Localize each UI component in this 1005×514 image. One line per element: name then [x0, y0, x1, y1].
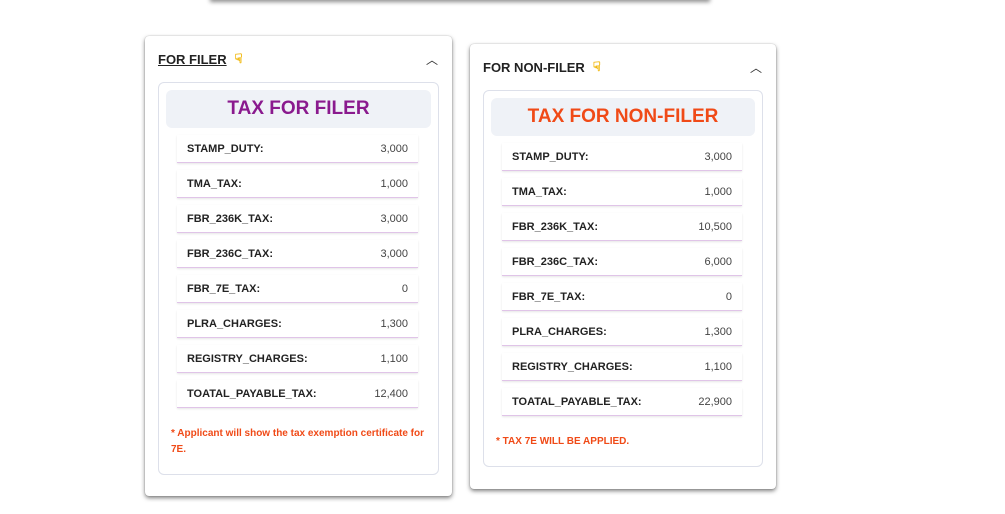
tax-value: 1,000: [380, 177, 408, 190]
tax-label: STAMP_DUTY:: [187, 142, 264, 155]
tax-row: REGISTRY_CHARGES: 1,100: [177, 345, 418, 373]
tax-panel: TAX FOR NON-FILER STAMP_DUTY: 3,000 TMA_TA…: [483, 90, 763, 467]
tax-label: STAMP_DUTY:: [512, 150, 589, 163]
tax-label: PLRA_CHARGES:: [512, 325, 607, 338]
tax-row: FBR_236K_TAX: 10,500: [502, 213, 742, 241]
tax-label: TOATAL_PAYABLE_TAX:: [187, 387, 317, 400]
tax-title: TAX FOR NON-FILER: [491, 98, 755, 136]
tax-panel: TAX FOR FILER STAMP_DUTY: 3,000 TMA_TAX: 1,…: [158, 82, 439, 475]
tax-row: FBR_236K_TAX: 3,000: [177, 205, 418, 233]
filer-card: FOR FILER ☟ ︿ TAX FOR FILER STAMP_DUTY: 3,…: [145, 36, 452, 496]
accordion-title: FOR NON-FILER: [483, 59, 585, 75]
tax-label: FBR_236K_TAX:: [187, 212, 273, 225]
accordion-header[interactable]: FOR FILER ☟ ︿: [145, 36, 452, 82]
tax-row: STAMP_DUTY: 3,000: [502, 143, 742, 171]
accordion-title: FOR FILER: [158, 51, 227, 67]
tax-note: * TAX 7E WILL BE APPLIED.: [496, 436, 630, 447]
tax-value: 1,300: [704, 325, 732, 338]
tax-row: PLRA_CHARGES: 1,300: [177, 310, 418, 338]
tax-row: FBR_7E_TAX: 0: [177, 275, 418, 303]
tax-value: 12,400: [374, 387, 408, 400]
chevron-up-icon[interactable]: ︿: [426, 51, 438, 68]
tax-row: FBR_236C_TAX: 3,000: [177, 240, 418, 268]
tax-title: TAX FOR FILER: [166, 90, 431, 128]
tax-row: PLRA_CHARGES: 1,300: [502, 318, 742, 346]
tax-value: 22,900: [698, 395, 732, 408]
tax-value: 3,000: [380, 142, 408, 155]
tax-note: * Applicant will show the tax exemption …: [171, 428, 425, 455]
tax-value: 1,100: [380, 352, 408, 365]
tax-label: TMA_TAX:: [187, 177, 242, 190]
tax-value: 10,500: [698, 220, 732, 233]
chevron-up-icon[interactable]: ︿: [750, 59, 762, 76]
tax-value: 1,100: [704, 360, 732, 373]
tax-label: FBR_236K_TAX:: [512, 220, 598, 233]
tax-value: 1,300: [380, 317, 408, 330]
tax-label: PLRA_CHARGES:: [187, 317, 282, 330]
accordion-header[interactable]: FOR NON-FILER ☟ ︿: [470, 44, 776, 90]
tax-label: REGISTRY_CHARGES:: [512, 360, 633, 373]
tax-value: 3,000: [380, 212, 408, 225]
tax-value: 6,000: [704, 255, 732, 268]
tax-value: 0: [401, 282, 408, 295]
tax-value: 3,000: [380, 247, 408, 260]
tax-value: 3,000: [704, 150, 732, 163]
tax-label: TMA_TAX:: [512, 185, 567, 198]
tax-row: TOATAL_PAYABLE_TAX: 12,400: [177, 380, 418, 408]
tax-label: FBR_236C_TAX:: [512, 255, 598, 268]
tax-row: FBR_7E_TAX: 0: [502, 283, 742, 311]
tax-value: 1,000: [704, 185, 732, 198]
non-filer-card: FOR NON-FILER ☟ ︿ TAX FOR NON-FILER STAMP…: [470, 44, 776, 489]
tax-label: FBR_7E_TAX:: [187, 282, 261, 295]
tax-row: TMA_TAX: 1,000: [177, 170, 418, 198]
tax-label: REGISTRY_CHARGES:: [187, 352, 308, 365]
tax-row: TOATAL_PAYABLE_TAX: 22,900: [502, 388, 742, 416]
tax-row: STAMP_DUTY: 3,000: [177, 135, 418, 163]
tax-row: REGISTRY_CHARGES: 1,100: [502, 353, 742, 381]
tax-label: TOATAL_PAYABLE_TAX:: [512, 395, 642, 408]
tax-row: TMA_TAX: 1,000: [502, 178, 742, 206]
pointing-hand-icon: ☟: [592, 59, 601, 74]
pointing-hand-icon: ☟: [234, 51, 243, 66]
tax-label: FBR_236C_TAX:: [187, 247, 273, 260]
tax-value: 0: [725, 290, 732, 303]
tax-row: FBR_236C_TAX: 6,000: [502, 248, 742, 276]
tax-label: FBR_7E_TAX:: [512, 290, 586, 303]
